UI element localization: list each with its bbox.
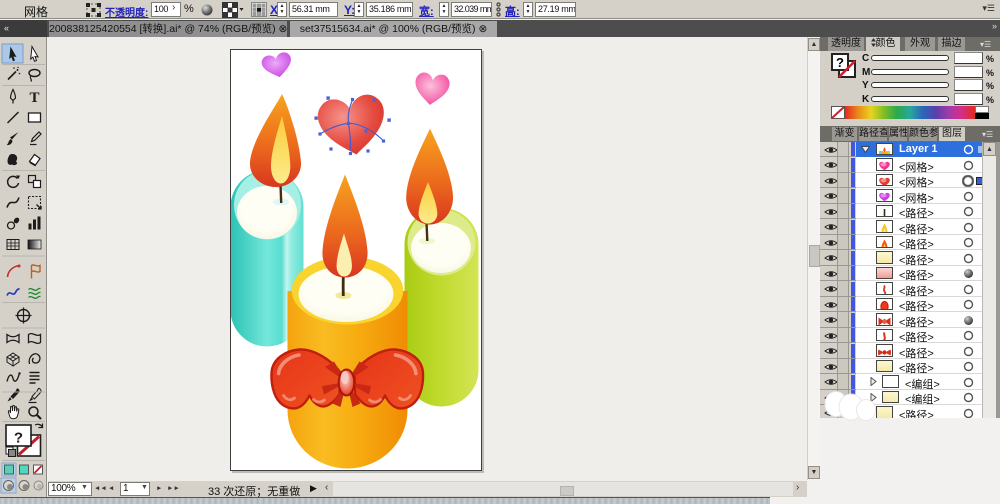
svg-text:?: ? (14, 430, 23, 447)
svg-text:T: T (29, 90, 39, 106)
